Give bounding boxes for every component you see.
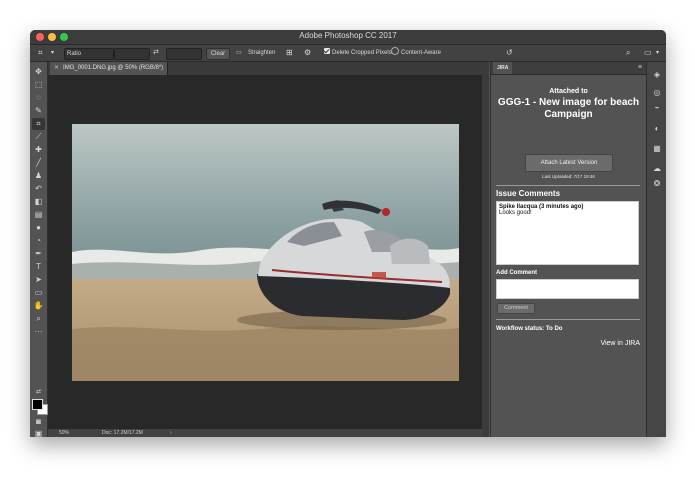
comment-text: Looks good! [499,210,532,216]
eraser-tool-icon[interactable]: ◧ [32,196,45,208]
panel-menu-icon[interactable]: ≡ [638,62,642,74]
checkbox-unchecked-icon [391,47,399,56]
straighten-button[interactable]: Straighten [248,48,275,58]
comments-list[interactable]: Spike Ilacqua (3 minutes ago) Looks good… [496,201,639,265]
history-brush-tool-icon[interactable]: ↶ [32,183,45,195]
marquee-tool-icon[interactable]: ⬚ [32,79,45,91]
add-comment-label: Add Comment [496,270,537,276]
divider [496,319,640,320]
delete-cropped-label: Delete Cropped Pixels [332,50,392,56]
healing-brush-tool-icon[interactable]: ✚ [32,144,45,156]
jira-tab[interactable]: JIRA [493,62,513,74]
document-tab-bar: ✕ IMG_0001.DNG.jpg @ 50% (RGB/8*) [48,62,489,75]
channels-icon[interactable]: ◎ [652,88,662,98]
jet-ski-photo[interactable] [72,124,459,381]
lasso-tool-icon[interactable]: ◌ [32,92,45,104]
window-title: Adobe Photoshop CC 2017 [299,31,397,40]
path-select-tool-icon[interactable]: ➤ [32,274,45,286]
jira-panel: JIRA ≡ Attached to GGG-1 - New image for… [490,62,646,437]
status-bar: 50% Doc: 17.2M/17.2M › [48,429,489,437]
pen-tool-icon[interactable]: ✒ [32,248,45,260]
issue-comments-heading: Issue Comments [496,189,561,198]
add-comment-input[interactable] [496,279,639,299]
ratio-height-input[interactable] [166,48,202,60]
more-tools-icon[interactable]: ··· [32,326,45,338]
crop-icon[interactable]: ⌗ [38,48,43,58]
content-aware-label: Content-Aware [401,50,441,56]
ratio-width-input[interactable] [114,48,150,60]
type-tool-icon[interactable]: T [32,261,45,273]
quick-mask-icon[interactable]: ◙ [32,416,45,428]
title-bar[interactable]: Adobe Photoshop CC 2017 [30,30,666,45]
hand-tool-icon[interactable]: ✋ [32,300,45,312]
paths-icon[interactable]: ⌁ [652,103,662,113]
issue-title: GGG-1 - New image for beach Campaign [497,97,640,120]
document-tab-title: IMG_0001.DNG.jpg @ 50% (RGB/8*) [63,65,164,71]
gradient-tool-icon[interactable]: ▤ [32,209,45,221]
attach-latest-version-button[interactable]: Attach Latest Version [525,154,613,172]
brush-tool-icon[interactable]: ╱ [32,157,45,169]
options-bar: ⌗ ▾ Ratio ⇄ Clear ▭ Straighten ⊞ ⚙ Delet… [30,45,666,62]
straighten-icon[interactable]: ▭ [236,48,242,58]
comment-button[interactable]: Comment [497,303,535,314]
rectangle-tool-icon[interactable]: ▭ [32,287,45,299]
view-in-jira-link[interactable]: View in JIRA [600,340,640,347]
workspace-icon[interactable]: ▭ [644,48,652,58]
reset-icon[interactable]: ↺ [506,48,513,58]
move-tool-icon[interactable]: ✥ [32,66,45,78]
content-aware-checkbox[interactable]: Content-Aware [391,47,441,58]
clone-stamp-tool-icon[interactable]: ♟ [32,170,45,182]
swap-colors-icon[interactable]: ⇄ [32,386,45,398]
ratio-select-label: Ratio [67,51,82,57]
canvas-area[interactable] [48,75,489,430]
search-icon[interactable]: ⌕ [626,48,630,58]
swatches-icon[interactable]: ▦ [652,144,662,154]
overlay-grid-icon[interactable]: ⊞ [286,48,293,58]
chevron-down-icon[interactable]: ▾ [656,48,659,58]
blur-tool-icon[interactable]: ● [32,222,45,234]
last-uploaded-text: Last Uploaded: 7/17 19:46 [542,174,595,179]
ratio-select[interactable]: Ratio [64,48,114,60]
swap-icon[interactable]: ⇄ [153,48,159,58]
gear-icon[interactable]: ⚙ [304,48,311,58]
panel-icon-strip: ◈ ◎ ⌁ ◐ ▦ ☁ ❂ [646,62,666,437]
eyedropper-tool-icon[interactable]: ⟋ [32,131,45,143]
zoom-level[interactable]: 50% [59,429,69,437]
doc-size: Doc: 17.2M/17.2M [102,430,143,436]
chevron-down-icon[interactable]: ▾ [51,48,54,58]
clear-button[interactable]: Clear [206,48,230,60]
foreground-color-swatch[interactable] [32,399,43,410]
crop-tool-icon[interactable]: ⌗ [32,118,45,130]
close-icon[interactable]: ✕ [54,65,59,71]
document-window: ✕ IMG_0001.DNG.jpg @ 50% (RGB/8*) 50% Do… [48,62,489,437]
divider [496,185,640,186]
layers-icon[interactable]: ◈ [652,70,662,80]
zoom-tool-icon[interactable]: ⌕ [32,313,45,325]
adjustments-icon[interactable]: ◐ [652,124,662,134]
photoshop-window: Adobe Photoshop CC 2017 ⌗ ▾ Ratio ⇄ Clea… [30,30,666,437]
document-tab[interactable]: ✕ IMG_0001.DNG.jpg @ 50% (RGB/8*) [50,62,169,75]
chevron-right-icon[interactable]: › [170,429,172,437]
libraries-icon[interactable]: ☁ [652,164,662,174]
delete-cropped-checkbox[interactable]: Delete Cropped Pixels [324,48,392,58]
screen-mode-icon[interactable]: ▣ [32,428,45,437]
tools-panel: ✥ ⬚ ◌ ✎ ⌗ ⟋ ✚ ╱ ♟ ↶ ◧ ▤ ● ◔ ✒ T ➤ ▭ ✋ ⌕ … [30,62,48,437]
dodge-tool-icon[interactable]: ◔ [32,235,45,247]
panel-tab-bar: JIRA ≡ [491,62,646,75]
checkbox-checked-icon [324,48,330,55]
quick-select-tool-icon[interactable]: ✎ [32,105,45,117]
attached-to-label: Attached to [549,88,588,95]
clear-button-label: Clear [210,51,226,57]
workflow-status: Workflow status: To Do [496,326,563,332]
vertical-scrollbar[interactable] [482,62,489,437]
jira-plugin-icon[interactable]: ❂ [652,179,662,189]
